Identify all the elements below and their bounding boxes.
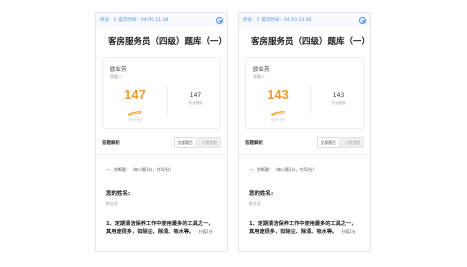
question-1: 1、定期清洁保养工作中使用最多的工具之一，其用途很多，如除尘、除渍、吸水等。 分值… xyxy=(239,207,370,236)
score-caption: 总分计分 xyxy=(128,118,142,122)
score-swoosh-icon xyxy=(270,111,286,116)
analysis-label: 答题解析 xyxy=(245,140,263,146)
total-label: 答对题数 xyxy=(188,101,203,105)
submit-time: 提交时间：04-10 13:36 xyxy=(261,18,312,23)
analysis-label: 答题解析 xyxy=(102,140,120,146)
total-block: 147 答对题数 xyxy=(168,92,223,106)
score-card: 欧业芳 答题人 143 总分计分 143 答对题数 xyxy=(245,57,364,129)
score-caption: 总分计分 xyxy=(271,118,285,122)
respondent-name: 欧业芳 xyxy=(110,67,127,73)
analysis-row: 答题解析 全部题目 只看错题 xyxy=(239,129,370,148)
submit-time: 提交时间：04-05 11:18 xyxy=(118,18,169,23)
respondent-role: 答题人 xyxy=(110,74,122,79)
section-heading: 一、判断题：（每小题1分，共50分） xyxy=(106,167,174,172)
total-label: 答对题数 xyxy=(331,101,346,105)
chevron-down-icon[interactable] xyxy=(359,16,366,24)
total-value: 147 xyxy=(189,92,202,99)
question-1-points: 分值1分 xyxy=(341,229,356,234)
score-block: 143 xyxy=(246,88,310,120)
wrong-only-button[interactable]: 只看错题 xyxy=(340,137,364,148)
score-card: 欧业芳 答题人 147 总分计分 147 答对题数 xyxy=(102,57,221,129)
section-heading: 一、判断题：（每小题1分，共50分） xyxy=(249,167,317,172)
result-panel-right: 序号：5 提交时间：04-10 13:36 客房服务员（四级）题库（一） 欧业芳… xyxy=(238,12,371,252)
chevron-down-icon[interactable] xyxy=(216,16,223,24)
total-value: 143 xyxy=(332,92,345,99)
sequence-number: 序号：1 xyxy=(100,18,117,23)
page-title: 客房服务员（四级）题库（一） xyxy=(251,37,371,47)
name-answer: 欧业芳 xyxy=(106,201,118,206)
name-question: 您的姓名: xyxy=(249,191,274,197)
result-panel-left: 序号：1 提交时间：04-05 11:18 客房服务员（四级）题库（一） 欧业芳… xyxy=(95,12,228,252)
score-value: 147 xyxy=(124,87,146,102)
name-question: 您的姓名: xyxy=(106,191,131,197)
all-questions-button[interactable]: 全部题目 xyxy=(316,137,340,148)
respondent-name: 欧业芳 xyxy=(253,67,270,73)
name-answer: 欧业芳 xyxy=(249,201,261,206)
sequence-number: 序号：5 xyxy=(243,18,260,23)
submission-header: 序号：1 提交时间：04-05 11:18 xyxy=(96,13,227,27)
analysis-row: 答题解析 全部题目 只看错题 xyxy=(96,129,227,148)
question-1-points: 分值1分 xyxy=(198,229,213,234)
page-title: 客房服务员（四级）题库（一） xyxy=(108,37,228,47)
total-block: 143 答对题数 xyxy=(311,92,366,106)
question-1: 1、定期清洁保养工作中使用最多的工具之一，其用途很多，如除尘、除渍、吸水等。 分值… xyxy=(96,207,227,236)
wrong-only-button[interactable]: 只看错题 xyxy=(197,137,221,148)
respondent-role: 答题人 xyxy=(253,74,265,79)
score-swoosh-icon xyxy=(127,111,143,116)
submission-header: 序号：5 提交时间：04-10 13:36 xyxy=(239,13,370,27)
all-questions-button[interactable]: 全部题目 xyxy=(173,137,197,148)
score-block: 147 xyxy=(103,88,167,120)
score-value: 143 xyxy=(267,87,289,102)
